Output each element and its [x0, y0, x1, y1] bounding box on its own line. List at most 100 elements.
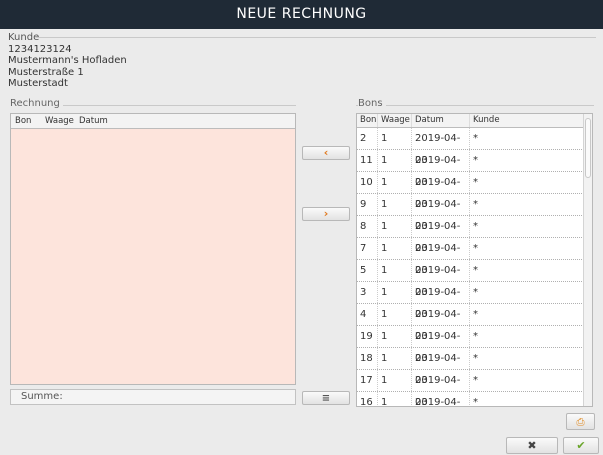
bon-cell-bon: 18: [360, 353, 373, 364]
invoice-group-label: Rechnung: [10, 98, 63, 109]
bons-col-bon[interactable]: Bon: [357, 114, 377, 127]
bons-table-header: Bon Waage Datum Kunde: [357, 114, 592, 128]
bons-col-kunde[interactable]: Kunde: [469, 114, 592, 127]
menu-button[interactable]: ≡: [302, 391, 350, 405]
close-icon: ✖: [527, 439, 537, 452]
table-row[interactable]: 3 1 2019-04-03 *: [357, 282, 592, 320]
bon-cell-kunde: *: [469, 238, 592, 259]
bon-cell-waage: 1: [377, 216, 411, 237]
table-row[interactable]: 17 1 2019-04-03 *: [357, 370, 592, 406]
bon-cell-kunde: *: [469, 348, 592, 369]
table-row[interactable]: 19 1 2019-04-03 *: [357, 326, 592, 364]
table-row[interactable]: 4 1 2019-04-03 *: [357, 304, 592, 342]
arrow-right-icon: ›: [323, 207, 329, 220]
bon-cell-datum: 2019-04-03: [411, 150, 469, 188]
bon-cell-waage: 1: [377, 326, 411, 347]
invoice-col-bon[interactable]: Bon: [11, 114, 41, 128]
table-row[interactable]: 5 1 2019-04-03 *: [357, 260, 592, 298]
bon-cell-waage: 1: [377, 392, 411, 406]
table-row[interactable]: 16 12019-04-03*: [357, 392, 592, 407]
bon-cell-kunde: *: [469, 216, 592, 237]
bon-cell-bon: 8: [360, 221, 367, 232]
bon-cell-kunde: *: [469, 282, 592, 303]
invoice-table-header: Bon Waage Datum: [11, 114, 295, 129]
print-button[interactable]: ⎙: [566, 413, 595, 430]
bons-col-datum[interactable]: Datum: [411, 114, 469, 127]
bon-cell-waage: 1: [377, 238, 411, 259]
bon-cell-datum: 2019-04-03: [411, 282, 469, 320]
bon-cell-waage: 1: [377, 172, 411, 193]
customer-divider: [36, 37, 596, 38]
move-left-button[interactable]: ‹: [302, 146, 350, 160]
table-row[interactable]: 7 1 2019-04-03 *: [357, 238, 592, 276]
table-row[interactable]: 9 1 2019-04-03 *: [357, 194, 592, 232]
table-row[interactable]: 8 1 2019-04-03 *: [357, 216, 592, 254]
bon-cell-bon: 3: [360, 287, 367, 298]
bon-cell-bon: 4: [360, 309, 367, 320]
bon-cell-waage: 1: [377, 282, 411, 303]
bons-group-label: Bons: [358, 98, 386, 109]
bon-cell-waage: 1: [377, 194, 411, 215]
bons-scroll-thumb[interactable]: [585, 118, 591, 178]
bons-col-waage[interactable]: Waage: [377, 114, 411, 127]
bons-table[interactable]: Bon Waage Datum Kunde 2 1 2019-04-03 * 11 1 20…: [356, 113, 593, 407]
bon-cell-kunde: *: [469, 194, 592, 215]
bon-cell-waage: 1: [377, 370, 411, 391]
bon-cell-kunde: *: [469, 370, 592, 391]
bon-cell-bon: 9: [360, 199, 367, 210]
bon-cell-datum: 2019-04-03: [411, 326, 469, 364]
bon-cell-waage: 1: [377, 348, 411, 369]
bon-cell-datum: 2019-04-03: [411, 238, 469, 276]
invoice-sum: Summe:: [10, 389, 296, 405]
bon-cell-kunde: *: [469, 260, 592, 281]
customer-name: Mustermann's Hofladen: [8, 55, 127, 66]
bon-cell-datum: 2019-04-03: [411, 194, 469, 232]
bon-cell-waage: 1: [377, 260, 411, 281]
bon-cell-bon: 2: [360, 133, 367, 144]
bon-cell-datum: 2019-04-03: [411, 128, 469, 166]
invoice-col-waage[interactable]: Waage: [41, 114, 75, 128]
bon-cell-kunde: *: [469, 150, 592, 171]
customer-street: Musterstraße 1: [8, 66, 84, 78]
bon-cell-bon: 17: [360, 375, 373, 386]
bon-cell-datum: 2019-04-03: [411, 348, 469, 386]
bon-cell-kunde: *: [469, 304, 592, 325]
bons-rows: 2 1 2019-04-03 * 11 1 2019-04-03 * 10 1 2019-04-03…: [357, 128, 592, 407]
bon-cell-waage: 1: [377, 128, 411, 149]
customer-number: 1234123124: [8, 43, 72, 55]
menu-icon: ≡: [321, 393, 331, 404]
invoice-table[interactable]: Bon Waage Datum: [10, 113, 296, 385]
table-row[interactable]: 10 1 2019-04-03 *: [357, 172, 592, 210]
confirm-button[interactable]: ✔: [563, 437, 599, 454]
bon-cell-datum: 2019-04-03: [411, 392, 469, 406]
bon-cell-datum: 2019-04-03: [411, 260, 469, 298]
bon-cell-bon: 19: [360, 331, 373, 342]
cancel-button[interactable]: ✖: [506, 437, 558, 454]
bon-cell-datum: 2019-04-03: [411, 304, 469, 342]
table-row[interactable]: 11 1 2019-04-03 *: [357, 150, 592, 188]
bon-cell-datum: 2019-04-03: [411, 370, 469, 406]
bon-cell-bon: 7: [360, 243, 367, 254]
bon-cell-kunde: *: [469, 392, 592, 406]
table-row[interactable]: 2 1 2019-04-03 *: [357, 128, 592, 166]
bon-cell-datum: 2019-04-03: [411, 216, 469, 254]
bon-cell-waage: 1: [377, 150, 411, 171]
invoice-col-datum[interactable]: Datum: [75, 114, 108, 128]
arrow-left-icon: ‹: [323, 146, 329, 159]
check-icon: ✔: [576, 439, 586, 452]
table-row[interactable]: 18 1 2019-04-03 *: [357, 348, 592, 386]
bon-cell-bon: 11: [360, 155, 373, 166]
bons-group-line: [356, 105, 594, 106]
bon-cell-datum: 2019-04-03: [411, 172, 469, 210]
bon-cell-kunde: *: [469, 326, 592, 347]
bon-cell-bon: 16: [360, 397, 373, 407]
page-icon: ⎙: [576, 417, 585, 428]
bons-scrollbar[interactable]: [583, 114, 592, 406]
window-title: NEUE RECHNUNG: [0, 0, 603, 29]
bon-cell-bon: 5: [360, 265, 367, 276]
move-right-button[interactable]: ›: [302, 207, 350, 221]
bon-cell-bon: 10: [360, 177, 373, 188]
customer-info: Kunde 1234123124 Mustermann's Hofladen M…: [8, 32, 127, 90]
bon-cell-kunde: *: [469, 128, 592, 149]
customer-city: Musterstadt: [8, 78, 68, 89]
